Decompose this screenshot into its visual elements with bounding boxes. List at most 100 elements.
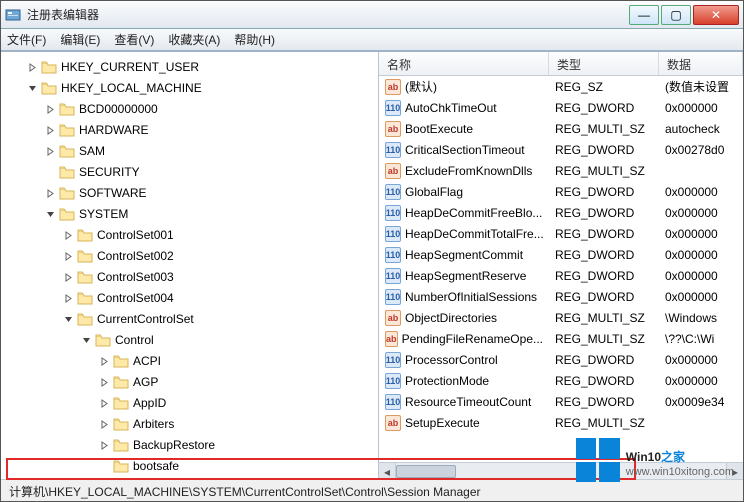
expand-icon[interactable] [63,251,74,262]
value-row[interactable]: abObjectDirectoriesREG_MULTI_SZ\Windows [379,307,743,328]
tree-item-label: HKEY_CURRENT_USER [61,60,199,74]
menu-favorites[interactable]: 收藏夹(A) [168,31,220,48]
tree-item[interactable]: bootsafe [1,456,378,476]
value-row[interactable]: 110HeapSegmentReserveREG_DWORD0x000000 [379,265,743,286]
value-data: 0x000000 [659,248,743,262]
value-row[interactable]: abBootExecuteREG_MULTI_SZautocheck [379,118,743,139]
menu-view[interactable]: 查看(V) [114,31,154,48]
value-name: ProtectionMode [405,374,489,388]
binary-value-icon: 110 [385,226,401,242]
string-value-icon: ab [385,79,401,95]
tree-item[interactable]: BCD00000000 [1,99,378,119]
tree-item[interactable]: Control [1,330,378,350]
folder-icon [77,312,93,326]
expand-icon[interactable] [27,62,38,73]
tree-item-label: Control [115,333,154,347]
expand-icon[interactable] [99,419,110,430]
tree-item-label: BCD00000000 [79,102,158,116]
expand-icon[interactable] [63,272,74,283]
scroll-thumb[interactable] [396,465,456,478]
expand-icon[interactable] [45,104,56,115]
tree-item[interactable]: BackupRestore [1,435,378,455]
tree-pane[interactable]: HKEY_CURRENT_USER HKEY_LOCAL_MACHINE BCD00… [1,52,379,479]
value-row[interactable]: 110ProtectionModeREG_DWORD0x000000 [379,370,743,391]
value-row[interactable]: 110HeapSegmentCommitREG_DWORD0x000000 [379,244,743,265]
menu-file[interactable]: 文件(F) [7,31,46,48]
tree-item-label: AGP [133,375,158,389]
expand-icon[interactable] [63,293,74,304]
tree-item[interactable]: SYSTEM [1,204,378,224]
collapse-icon[interactable] [27,83,38,94]
value-type: REG_MULTI_SZ [549,164,659,178]
maximize-button[interactable]: ▢ [661,5,691,25]
value-name: ExcludeFromKnownDlls [405,164,532,178]
tree-item[interactable]: HKEY_LOCAL_MACHINE [1,78,378,98]
value-row[interactable]: abPendingFileRenameOpe...REG_MULTI_SZ\??… [379,328,743,349]
tree-item[interactable]: HKEY_CURRENT_USER [1,57,378,77]
tree-item[interactable]: ControlSet004 [1,288,378,308]
value-row[interactable]: abExcludeFromKnownDllsREG_MULTI_SZ [379,160,743,181]
value-name: HeapSegmentCommit [405,248,523,262]
minimize-button[interactable]: — [629,5,659,25]
column-type[interactable]: 类型 [549,52,659,75]
value-row[interactable]: 110ProcessorControlREG_DWORD0x000000 [379,349,743,370]
expand-icon[interactable] [45,146,56,157]
tree-item[interactable]: AppID [1,393,378,413]
column-data[interactable]: 数据 [659,52,743,75]
expand-icon[interactable] [45,188,56,199]
expand-icon[interactable] [99,398,110,409]
value-type: REG_DWORD [549,206,659,220]
value-row[interactable]: 110ResourceTimeoutCountREG_DWORD0x0009e3… [379,391,743,412]
collapse-icon[interactable] [81,335,92,346]
watermark-sub: www.win10xitong.com [626,466,734,478]
tree-item[interactable]: ControlSet002 [1,246,378,266]
value-type: REG_MULTI_SZ [549,416,659,430]
expand-icon[interactable] [99,377,110,388]
expand-icon[interactable] [99,440,110,451]
watermark-main-b: 之家 [661,450,685,464]
value-type: REG_DWORD [549,269,659,283]
value-type: REG_MULTI_SZ [549,332,659,346]
maximize-icon: ▢ [670,8,681,22]
menu-help[interactable]: 帮助(H) [234,31,275,48]
values-list[interactable]: ab(默认)REG_SZ(数值未设置110AutoChkTimeOutREG_D… [379,76,743,462]
value-type: REG_DWORD [549,143,659,157]
expand-icon[interactable] [63,230,74,241]
value-type: REG_DWORD [549,248,659,262]
value-row[interactable]: 110AutoChkTimeOutREG_DWORD0x000000 [379,97,743,118]
tree-item[interactable]: SOFTWARE [1,183,378,203]
tree-item[interactable]: CurrentControlSet [1,309,378,329]
value-name: HeapDeCommitTotalFre... [405,227,544,241]
close-button[interactable]: ✕ [693,5,739,25]
collapse-icon[interactable] [63,314,74,325]
tree-item[interactable]: ACPI [1,351,378,371]
value-row[interactable]: 110GlobalFlagREG_DWORD0x000000 [379,181,743,202]
value-data: 0x0009e34 [659,395,743,409]
expand-icon[interactable] [99,356,110,367]
tree-item[interactable]: ControlSet003 [1,267,378,287]
value-data: 0x000000 [659,374,743,388]
no-expand [99,461,110,472]
tree-item[interactable]: AGP [1,372,378,392]
tree-item[interactable]: SECURITY [1,162,378,182]
value-row[interactable]: abSetupExecuteREG_MULTI_SZ [379,412,743,433]
value-row[interactable]: 110HeapDeCommitFreeBlo...REG_DWORD0x0000… [379,202,743,223]
column-name[interactable]: 名称 [379,52,549,75]
menu-edit[interactable]: 编辑(E) [60,31,100,48]
value-row[interactable]: 110CriticalSectionTimeoutREG_DWORD0x0027… [379,139,743,160]
value-row[interactable]: 110HeapDeCommitTotalFre...REG_DWORD0x000… [379,223,743,244]
tree-item-label: SYSTEM [79,207,128,221]
tree-item[interactable]: ControlSet001 [1,225,378,245]
close-icon: ✕ [711,8,721,22]
tree-item[interactable]: SAM [1,141,378,161]
value-row[interactable]: ab(默认)REG_SZ(数值未设置 [379,76,743,97]
folder-icon [41,60,57,74]
expand-icon[interactable] [45,125,56,136]
value-row[interactable]: 110NumberOfInitialSessionsREG_DWORD0x000… [379,286,743,307]
collapse-icon[interactable] [45,209,56,220]
scroll-left-arrow[interactable]: ◂ [379,463,396,479]
titlebar[interactable]: 注册表编辑器 — ▢ ✕ [1,1,743,29]
value-name: HeapDeCommitFreeBlo... [405,206,542,220]
tree-item[interactable]: Arbiters [1,414,378,434]
tree-item[interactable]: HARDWARE [1,120,378,140]
